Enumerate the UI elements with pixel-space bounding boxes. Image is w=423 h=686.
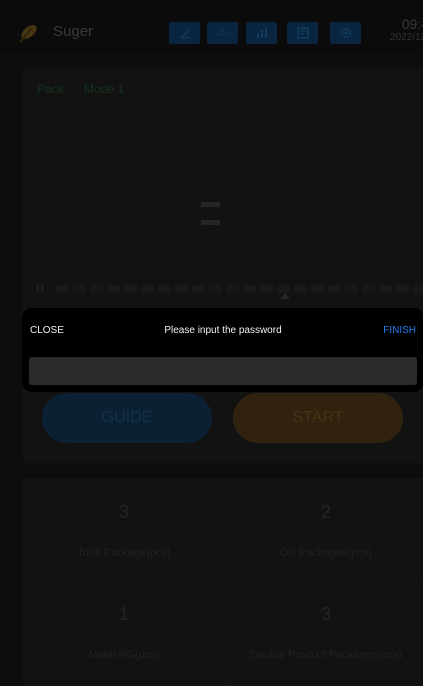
password-input[interactable]	[29, 357, 417, 385]
app-screen: Suger →0← 09:4 2022/12/ Pack Mode 1 H	[0, 0, 423, 686]
dialog-title: Please input the password	[164, 325, 282, 336]
password-dialog: CLOSE Please input the password FINISH	[22, 308, 423, 392]
finish-button[interactable]: FINISH	[383, 325, 416, 336]
